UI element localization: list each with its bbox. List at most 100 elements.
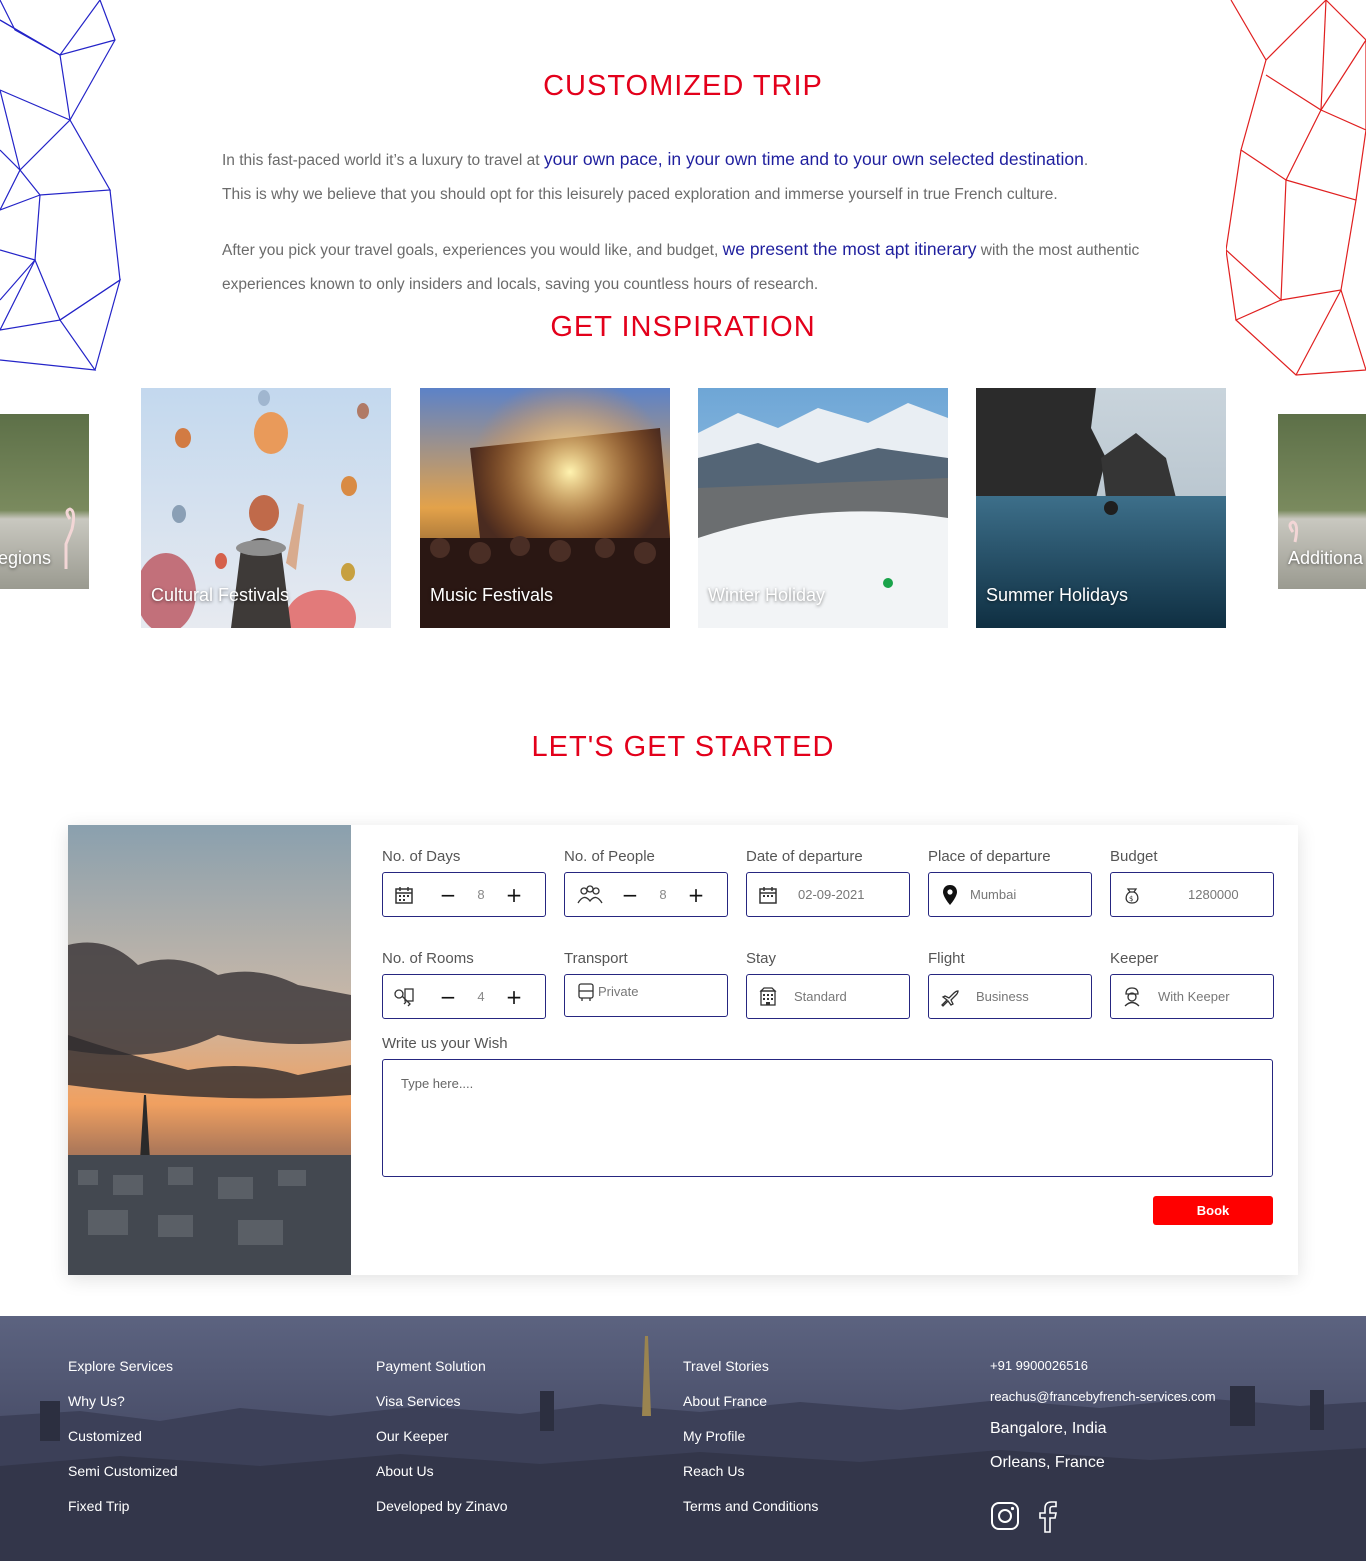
rooms-increment-button[interactable]: + [500, 983, 528, 1011]
departure-date-value: 02-09-2021 [798, 887, 865, 902]
wish-label: Write us your Wish [382, 1035, 508, 1052]
stay-select[interactable]: Standard [746, 974, 910, 1019]
inspiration-card-regions[interactable]: egions [0, 414, 89, 589]
inspiration-card-winter-holiday[interactable]: Winter Holiday [698, 388, 948, 628]
footer-links-col-3: Travel Stories About France My Profile R… [683, 1356, 818, 1531]
contact-email[interactable]: reachus@francebyfrench-services.com [990, 1387, 1216, 1418]
days-label: No. of Days [382, 848, 461, 865]
footer-link-explore-services[interactable]: Explore Services [68, 1356, 178, 1391]
footer-link-payment-solution[interactable]: Payment Solution [376, 1356, 508, 1391]
keeper-label: Keeper [1110, 950, 1159, 967]
flight-label: Flight [928, 950, 965, 967]
footer-link-why-us[interactable]: Why Us? [68, 1391, 178, 1426]
flight-value: Business [976, 989, 1029, 1004]
booking-form: No. of Days − 8 + No. of People − 8 + Da… [68, 825, 1298, 1275]
departure-place-placeholder: Mumbai [970, 887, 1017, 902]
people-stepper: − 8 + [564, 872, 728, 917]
footer-link-about-france[interactable]: About France [683, 1391, 818, 1426]
budget-label: Budget [1110, 848, 1158, 865]
footer-link-fixed-trip[interactable]: Fixed Trip [68, 1496, 178, 1531]
intro-paragraph-2: After you pick your travel goals, experi… [222, 232, 1152, 302]
get-inspiration-title: GET INSPIRATION [550, 311, 816, 343]
money-bag-icon: $ [1120, 883, 1144, 907]
intro-paragraph-1: In this fast-paced world it’s a luxury t… [222, 142, 1152, 212]
days-increment-button[interactable]: + [500, 881, 528, 909]
footer-link-my-profile[interactable]: My Profile [683, 1426, 818, 1461]
bus-icon [574, 981, 598, 1003]
footer-contact: +91 9900026516 reachus@francebyfrench-se… [990, 1356, 1216, 1486]
card-label: Additiona [1288, 548, 1364, 568]
facebook-icon[interactable] [1036, 1501, 1066, 1533]
calendar-icon [392, 883, 416, 907]
card-label: Cultural Festivals [151, 585, 290, 605]
budget-value: 1280000 [1188, 887, 1239, 902]
room-key-icon [392, 985, 416, 1009]
footer-link-terms[interactable]: Terms and Conditions [683, 1496, 818, 1531]
rooms-label: No. of Rooms [382, 950, 474, 967]
card-label: Summer Holidays [986, 585, 1129, 605]
footer-link-travel-stories[interactable]: Travel Stories [683, 1356, 818, 1391]
days-decrement-button[interactable]: − [434, 881, 462, 909]
keeper-value: With Keeper [1158, 989, 1230, 1004]
footer-link-about-us[interactable]: About Us [376, 1461, 508, 1496]
transport-label: Transport [564, 950, 628, 967]
inspiration-card-summer-holidays[interactable]: Summer Holidays [976, 388, 1226, 628]
inspiration-card-music-festivals[interactable]: Music Festivals [420, 388, 670, 628]
transport-value: Private [598, 984, 639, 999]
contact-city-india: Bangalore, India [990, 1420, 1107, 1437]
intro-text: This is why we believe that you should o… [222, 186, 1058, 203]
footer-link-customized[interactable]: Customized [68, 1426, 178, 1461]
days-stepper: − 8 + [382, 872, 546, 917]
budget-field[interactable]: $ 1280000 [1110, 872, 1274, 917]
instagram-icon[interactable] [990, 1501, 1020, 1533]
contact-phone[interactable]: +91 9900026516 [990, 1356, 1216, 1387]
plane-icon [938, 985, 962, 1009]
card-label: Music Festivals [430, 585, 554, 605]
footer-link-semi-customized[interactable]: Semi Customized [68, 1461, 178, 1496]
site-footer: Explore Services Why Us? Customized Semi… [0, 1316, 1366, 1561]
card-label: Winter Holiday [708, 585, 826, 605]
transport-select[interactable]: Private [564, 974, 728, 1017]
rooms-stepper: − 4 + [382, 974, 546, 1019]
people-value[interactable]: 8 [644, 887, 682, 902]
keeper-icon [1120, 985, 1144, 1009]
inspiration-card-additional[interactable]: Additiona [1278, 414, 1366, 589]
book-button[interactable]: Book [1153, 1196, 1273, 1225]
rooms-value[interactable]: 4 [462, 989, 500, 1004]
contact-city-france: Orleans, France [990, 1454, 1105, 1471]
lets-get-started-title: LET'S GET STARTED [531, 731, 835, 763]
place-label: Place of departure [928, 848, 1051, 865]
customized-trip-title: CUSTOMIZED TRIP [543, 70, 823, 102]
wish-textarea[interactable] [382, 1059, 1273, 1177]
footer-link-our-keeper[interactable]: Our Keeper [376, 1426, 508, 1461]
people-label: No. of People [564, 848, 655, 865]
keeper-select[interactable]: With Keeper [1110, 974, 1274, 1019]
svg-text:$: $ [1129, 895, 1133, 903]
date-label: Date of departure [746, 848, 863, 865]
social-links [990, 1501, 1066, 1533]
people-decrement-button[interactable]: − [616, 881, 644, 909]
departure-date-field[interactable]: 02-09-2021 [746, 872, 910, 917]
flight-select[interactable]: Business [928, 974, 1092, 1019]
footer-link-reach-us[interactable]: Reach Us [683, 1461, 818, 1496]
days-value[interactable]: 8 [462, 887, 500, 902]
intro-text: In this fast-paced world it’s a luxury t… [222, 152, 544, 169]
calendar-icon [756, 883, 780, 907]
footer-link-developed-by[interactable]: Developed by Zinavo [376, 1496, 508, 1531]
intro-highlight: we present the most apt itinerary [722, 239, 977, 259]
departure-place-field[interactable]: Mumbai [928, 872, 1092, 917]
stay-value: Standard [794, 989, 847, 1004]
people-increment-button[interactable]: + [682, 881, 710, 909]
rooms-decrement-button[interactable]: − [434, 983, 462, 1011]
people-icon [574, 883, 606, 907]
intro-text: . [1083, 152, 1089, 169]
building-icon [756, 985, 780, 1009]
footer-links-col-1: Explore Services Why Us? Customized Semi… [68, 1356, 178, 1531]
intro-highlight: your own pace, in your own time and to y… [543, 149, 1084, 169]
eiffel-sunset-photo [68, 825, 351, 1275]
footer-link-visa-services[interactable]: Visa Services [376, 1391, 508, 1426]
intro-text: After you pick your travel goals, experi… [222, 242, 723, 259]
stay-label: Stay [746, 950, 777, 967]
footer-links-col-2: Payment Solution Visa Services Our Keepe… [376, 1356, 508, 1531]
inspiration-card-cultural-festivals[interactable]: Cultural Festivals [141, 388, 391, 628]
